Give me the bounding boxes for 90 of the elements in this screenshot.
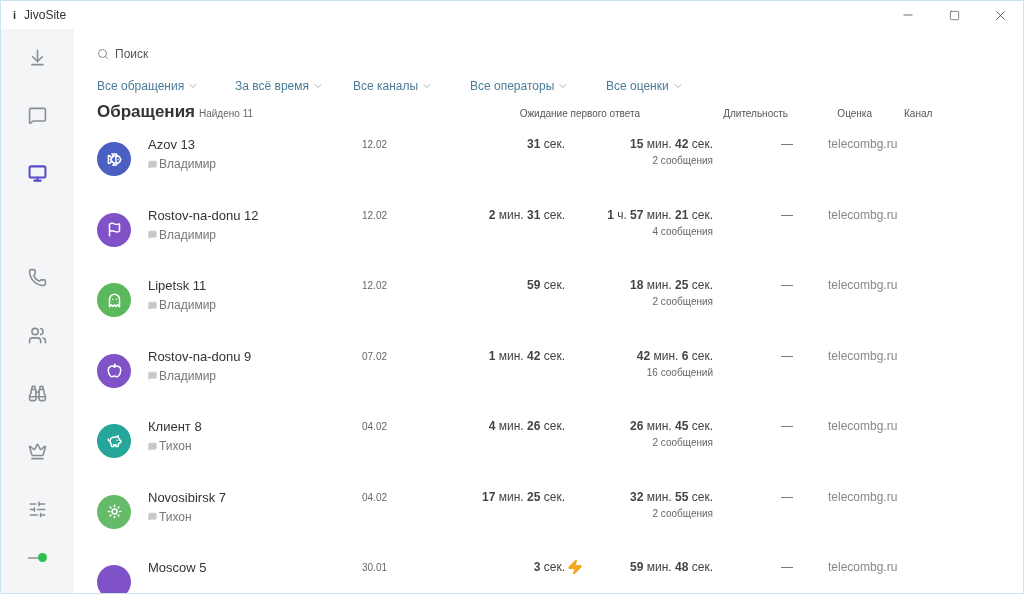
column-header: Канал — [903, 107, 934, 121]
column-header: Длительность — [722, 107, 788, 121]
duration-text: 26 мин. 45 сек. — [630, 418, 713, 435]
message-count: 16 сообщений — [646, 365, 713, 380]
duration-text: 18 мин. 25 сек. — [630, 277, 713, 294]
chat-icon — [148, 371, 157, 380]
date-text: 30.01 — [362, 561, 389, 575]
wait-time: 17 мин. 25 сек. — [482, 488, 565, 506]
pig-icon — [106, 433, 122, 449]
rating-text: — — [780, 418, 793, 435]
channel-text: telecombg.ru — [828, 559, 898, 576]
maximize-icon — [948, 9, 960, 21]
wait-time: 59 сек. — [527, 277, 565, 294]
operator-name: Владимир — [159, 368, 216, 383]
ghost-icon — [106, 292, 122, 308]
conversation-row[interactable]: Lipetsk 11 Владимир 12.02 59 сек. 18 мин. 25 сек. 2 сообщения — telecombg.ru — [97, 277, 1003, 348]
channel-text: telecombg.ru — [828, 347, 898, 365]
message-count: 2 сообщения — [652, 436, 713, 450]
sun-icon — [106, 504, 122, 519]
filter-dropdown[interactable]: Все оценки — [606, 77, 726, 95]
rating-text: — — [780, 136, 793, 153]
client-name: Moscow 5 — [148, 559, 208, 576]
apple-icon — [106, 363, 122, 378]
date-text: 12.02 — [362, 279, 389, 293]
message-count: 4 сообщения — [652, 224, 713, 239]
channel-text: telecombg.ru — [828, 418, 898, 435]
message-count: 2 сообщения — [652, 154, 713, 168]
operator-name: Владимир — [159, 157, 216, 171]
operator-name: Тихон — [159, 439, 192, 453]
conversation-row[interactable]: Rostov-na-donu 9 Владимир 07.02 1 мин. 42 сек. 42 мин. 6 сек. 16 сообщений — telecombg.ru — [97, 347, 1003, 418]
rating-text: — — [780, 347, 793, 365]
client-name: Novosibirsk 7 — [148, 488, 228, 506]
operator-name: Тихон — [159, 509, 192, 524]
client-name: Azov 13 — [148, 136, 196, 153]
chat-icon — [148, 159, 157, 169]
filter-dropdown[interactable]: Все каналы — [353, 77, 470, 95]
date-text: 04.02 — [362, 420, 389, 434]
chat-icon — [148, 300, 157, 310]
search-field[interactable]: Поиск — [115, 45, 397, 63]
channel-text: telecombg.ru — [828, 488, 898, 506]
duration-text: 59 мин. 48 сек. — [630, 559, 713, 576]
channel-text: telecombg.ru — [828, 136, 898, 153]
duration-text: 32 мин. 55 сек. — [630, 488, 713, 506]
search-icon — [97, 48, 109, 60]
operator-name: Владимир — [159, 298, 216, 312]
status-toggle[interactable] — [28, 553, 47, 562]
conversation-row[interactable]: Moscow 5 30.01 3 сек. 59 мин. 48 сек. — telecombg.ru — [97, 559, 1003, 593]
window-title: JivoSite — [24, 7, 67, 24]
conversation-row[interactable]: Novosibirsk 7 Тихон 04.02 17 мин. 25 сек. 32 мин. 55 сек. 2 сообщения — telecombg.ru — [97, 488, 1003, 559]
date-text: 04.02 — [362, 490, 389, 505]
duration-text: 15 мин. 42 сек. — [630, 136, 713, 153]
message-count: 2 сообщения — [652, 506, 713, 521]
duration-text: 42 мин. 6 сек. — [636, 347, 713, 365]
rating-text: — — [780, 277, 793, 294]
found-count: Найдено 11 — [199, 107, 253, 121]
client-name: Rostov-na-donu 9 — [148, 347, 253, 365]
fish-icon — [106, 151, 122, 167]
conversation-row[interactable]: Клиент 8 Тихон 04.02 4 мин. 26 сек. 26 мин. 45 сек. 2 сообщения — telecombg.ru — [97, 418, 1003, 489]
wait-time: 31 сек. — [527, 136, 565, 153]
wait-time: 1 мин. 42 сек. — [488, 347, 565, 365]
chat-icon — [148, 230, 157, 239]
channel-text: telecombg.ru — [828, 206, 898, 224]
operator-name: Владимир — [159, 227, 216, 242]
wait-time: 4 мин. 26 сек. — [488, 418, 565, 435]
rating-text: — — [780, 559, 793, 576]
chat-icon — [148, 441, 157, 451]
client-name: Lipetsk 11 — [148, 277, 208, 294]
date-text: 07.02 — [362, 349, 389, 364]
conversation-row[interactable]: Azov 13 Владимир 12.02 31 сек. 15 мин. 42 сек. 2 сообщения — telecombg.ru — [97, 136, 1003, 207]
conversation-row[interactable]: Rostov-na-donu 12 Владимир 12.02 2 мин. 31 сек. 1 ч. 57 мин. 21 сек. 4 сообщения — telecombg.ru — [97, 206, 1003, 277]
message-count: 2 сообщения — [652, 295, 713, 309]
client-name: Клиент 8 — [148, 418, 203, 435]
page-heading: Обращения — [97, 102, 195, 122]
date-text: 12.02 — [362, 138, 389, 152]
column-header: Оценка — [836, 107, 872, 121]
rating-text: — — [780, 488, 793, 506]
wait-time: 2 мин. 31 сек. — [488, 206, 565, 224]
duration-text: 1 ч. 57 мин. 21 сек. — [607, 206, 713, 224]
chat-icon — [148, 512, 157, 521]
app-icon: i — [13, 6, 17, 24]
flag-icon — [106, 222, 122, 237]
date-text: 12.02 — [362, 208, 389, 223]
channel-text: telecombg.ru — [828, 277, 898, 294]
filter-dropdown[interactable]: Все операторы — [470, 77, 606, 95]
rating-text: — — [780, 206, 793, 224]
wait-time: 3 сек. — [533, 559, 565, 576]
client-name: Rostov-na-donu 12 — [148, 206, 260, 224]
column-header: Ожидание первого ответа — [518, 107, 640, 121]
filter-dropdown[interactable]: Все обращения — [97, 77, 235, 95]
filter-dropdown[interactable]: За всё время — [235, 77, 353, 95]
